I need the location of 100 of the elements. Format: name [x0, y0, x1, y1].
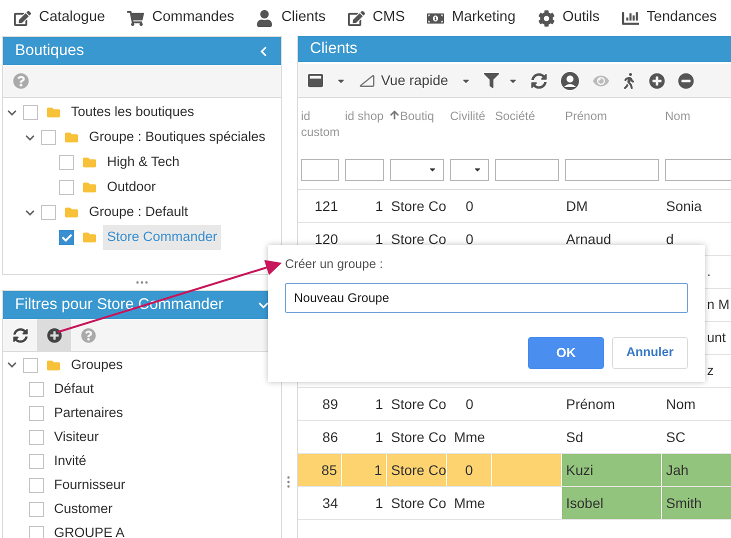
tree-item[interactable]: Visiteur: [50, 426, 103, 448]
menu-item[interactable]: Catalogue: [39, 7, 106, 29]
table-row[interactable]: 85 1 Store Co 0 Kuzi Jah: [298, 454, 731, 487]
tree-item[interactable]: Partenaires: [50, 402, 128, 424]
chevron-icon[interactable]: [25, 132, 35, 142]
tree-item[interactable]: Groupe : Boutiques spéciales: [85, 125, 270, 150]
table-cell-text: Mme: [454, 428, 486, 446]
eye-icon[interactable]: [593, 72, 610, 88]
checkbox[interactable]: [29, 478, 44, 492]
group-name-field[interactable]: Nouveau Groupe: [285, 282, 688, 313]
cancel-button[interactable]: Annuler: [612, 336, 688, 369]
table-cell-text: 0: [465, 460, 473, 480]
add-icon: [46, 328, 62, 342]
menu-item[interactable]: Clients: [281, 7, 326, 29]
edit-icon: [348, 10, 365, 26]
table-cell-text: 86: [322, 428, 338, 446]
panel-title: Clients: [310, 39, 358, 60]
refresh-icon: [12, 328, 28, 342]
table-cell: Kuzi: [562, 454, 662, 486]
filter-icon[interactable]: [484, 73, 500, 88]
table-cell-text: 1: [375, 196, 383, 216]
tree-item[interactable]: Customer: [50, 498, 117, 520]
table-cell-text: 0: [466, 230, 474, 248]
checkbox[interactable]: [59, 180, 74, 195]
filter-dropdown[interactable]: [390, 158, 444, 180]
filter-dropdown[interactable]: [450, 158, 489, 180]
add-icon[interactable]: [649, 72, 666, 88]
bar-chart-icon: [622, 10, 639, 26]
tree-item[interactable]: Invité: [50, 450, 90, 472]
table-cell-text: Prénom: [565, 394, 616, 414]
table-cell-text: Mme: [454, 494, 486, 512]
table-cell-text: DM: [565, 196, 589, 216]
table-cell-text: Store Co: [391, 394, 446, 414]
collapse-icon[interactable]: [258, 300, 269, 310]
menu-item[interactable]: Tendances: [646, 7, 717, 29]
grip-icon[interactable]: [286, 476, 290, 488]
table-cell-text: Nom: [665, 394, 697, 414]
folder-icon: [82, 231, 97, 244]
checkbox[interactable]: [41, 130, 56, 145]
checkbox[interactable]: [59, 155, 74, 170]
checkbox[interactable]: [29, 382, 44, 396]
tree-item[interactable]: High & Tech: [103, 150, 184, 175]
table-cell-text: Store Co: [391, 494, 446, 512]
collapse-icon[interactable]: [258, 46, 269, 56]
table-cell-text: .: [707, 262, 711, 281]
table-cell-text: Store Co: [391, 460, 446, 480]
walking-person-icon[interactable]: [622, 72, 636, 88]
checkbox[interactable]: [23, 358, 38, 372]
refresh-icon[interactable]: [531, 72, 548, 88]
checkbox[interactable]: [29, 526, 44, 538]
table-cell: Jah: [662, 454, 731, 486]
help-icon[interactable]: [13, 73, 29, 89]
avatar-icon[interactable]: [560, 70, 580, 90]
checkbox[interactable]: [59, 230, 74, 245]
checkbox[interactable]: [29, 454, 44, 468]
tree-item[interactable]: Outdoor: [103, 175, 160, 200]
checkbox[interactable]: [29, 430, 44, 444]
table-cell-text: 1: [375, 494, 383, 512]
filter-field[interactable]: [495, 158, 559, 180]
filter-field[interactable]: [345, 158, 384, 180]
chevron-icon[interactable]: [7, 360, 17, 370]
table-cell-text: 1: [374, 460, 382, 480]
tree-item[interactable]: Groupe : Default: [85, 200, 192, 225]
folder-icon: [64, 131, 79, 144]
checkbox[interactable]: [41, 205, 56, 220]
sort-icon[interactable]: [390, 110, 399, 120]
ruler-icon[interactable]: [359, 72, 375, 88]
grip-icon[interactable]: [136, 281, 148, 284]
tree-item[interactable]: Groupes: [67, 354, 127, 376]
table-cell-text: Store Co: [391, 196, 446, 216]
menu-item[interactable]: Marketing: [452, 7, 516, 29]
checkbox[interactable]: [29, 502, 44, 516]
table-cell-text: Store Co: [391, 428, 446, 446]
folder-icon: [64, 206, 79, 219]
menu-item[interactable]: Commandes: [152, 7, 234, 29]
menu-item[interactable]: CMS: [372, 7, 405, 29]
filter-field[interactable]: [665, 158, 731, 180]
tree-item[interactable]: GROUPE A: [50, 522, 129, 538]
tree-item[interactable]: Toutes les boutiques: [67, 100, 198, 125]
checkbox[interactable]: [23, 105, 38, 120]
layout-icon[interactable]: [308, 73, 323, 88]
table-cell-text: SC: [665, 428, 686, 446]
filter-field[interactable]: [565, 158, 659, 180]
table-cell-text: unt: [707, 328, 726, 347]
tree-item[interactable]: Fournisseur: [50, 474, 130, 496]
add-button[interactable]: [37, 319, 71, 351]
folder-icon: [46, 358, 61, 372]
table-row[interactable]: 34 1 Store Co Mme Isobel Smith: [298, 487, 731, 520]
table-cell-text: 85: [321, 460, 337, 480]
table-cell-text: Store Co: [391, 230, 446, 248]
chevron-icon[interactable]: [25, 208, 35, 218]
remove-icon[interactable]: [678, 72, 694, 88]
chevron-icon[interactable]: [7, 108, 17, 118]
view-selector[interactable]: Vue rapide: [381, 70, 448, 91]
tree-item[interactable]: Défaut: [50, 378, 98, 400]
checkbox[interactable]: [29, 406, 44, 420]
filter-field[interactable]: [301, 158, 339, 180]
help-icon: [80, 328, 96, 342]
table-cell-text: 121: [314, 196, 338, 216]
menu-item[interactable]: Outils: [562, 7, 600, 29]
